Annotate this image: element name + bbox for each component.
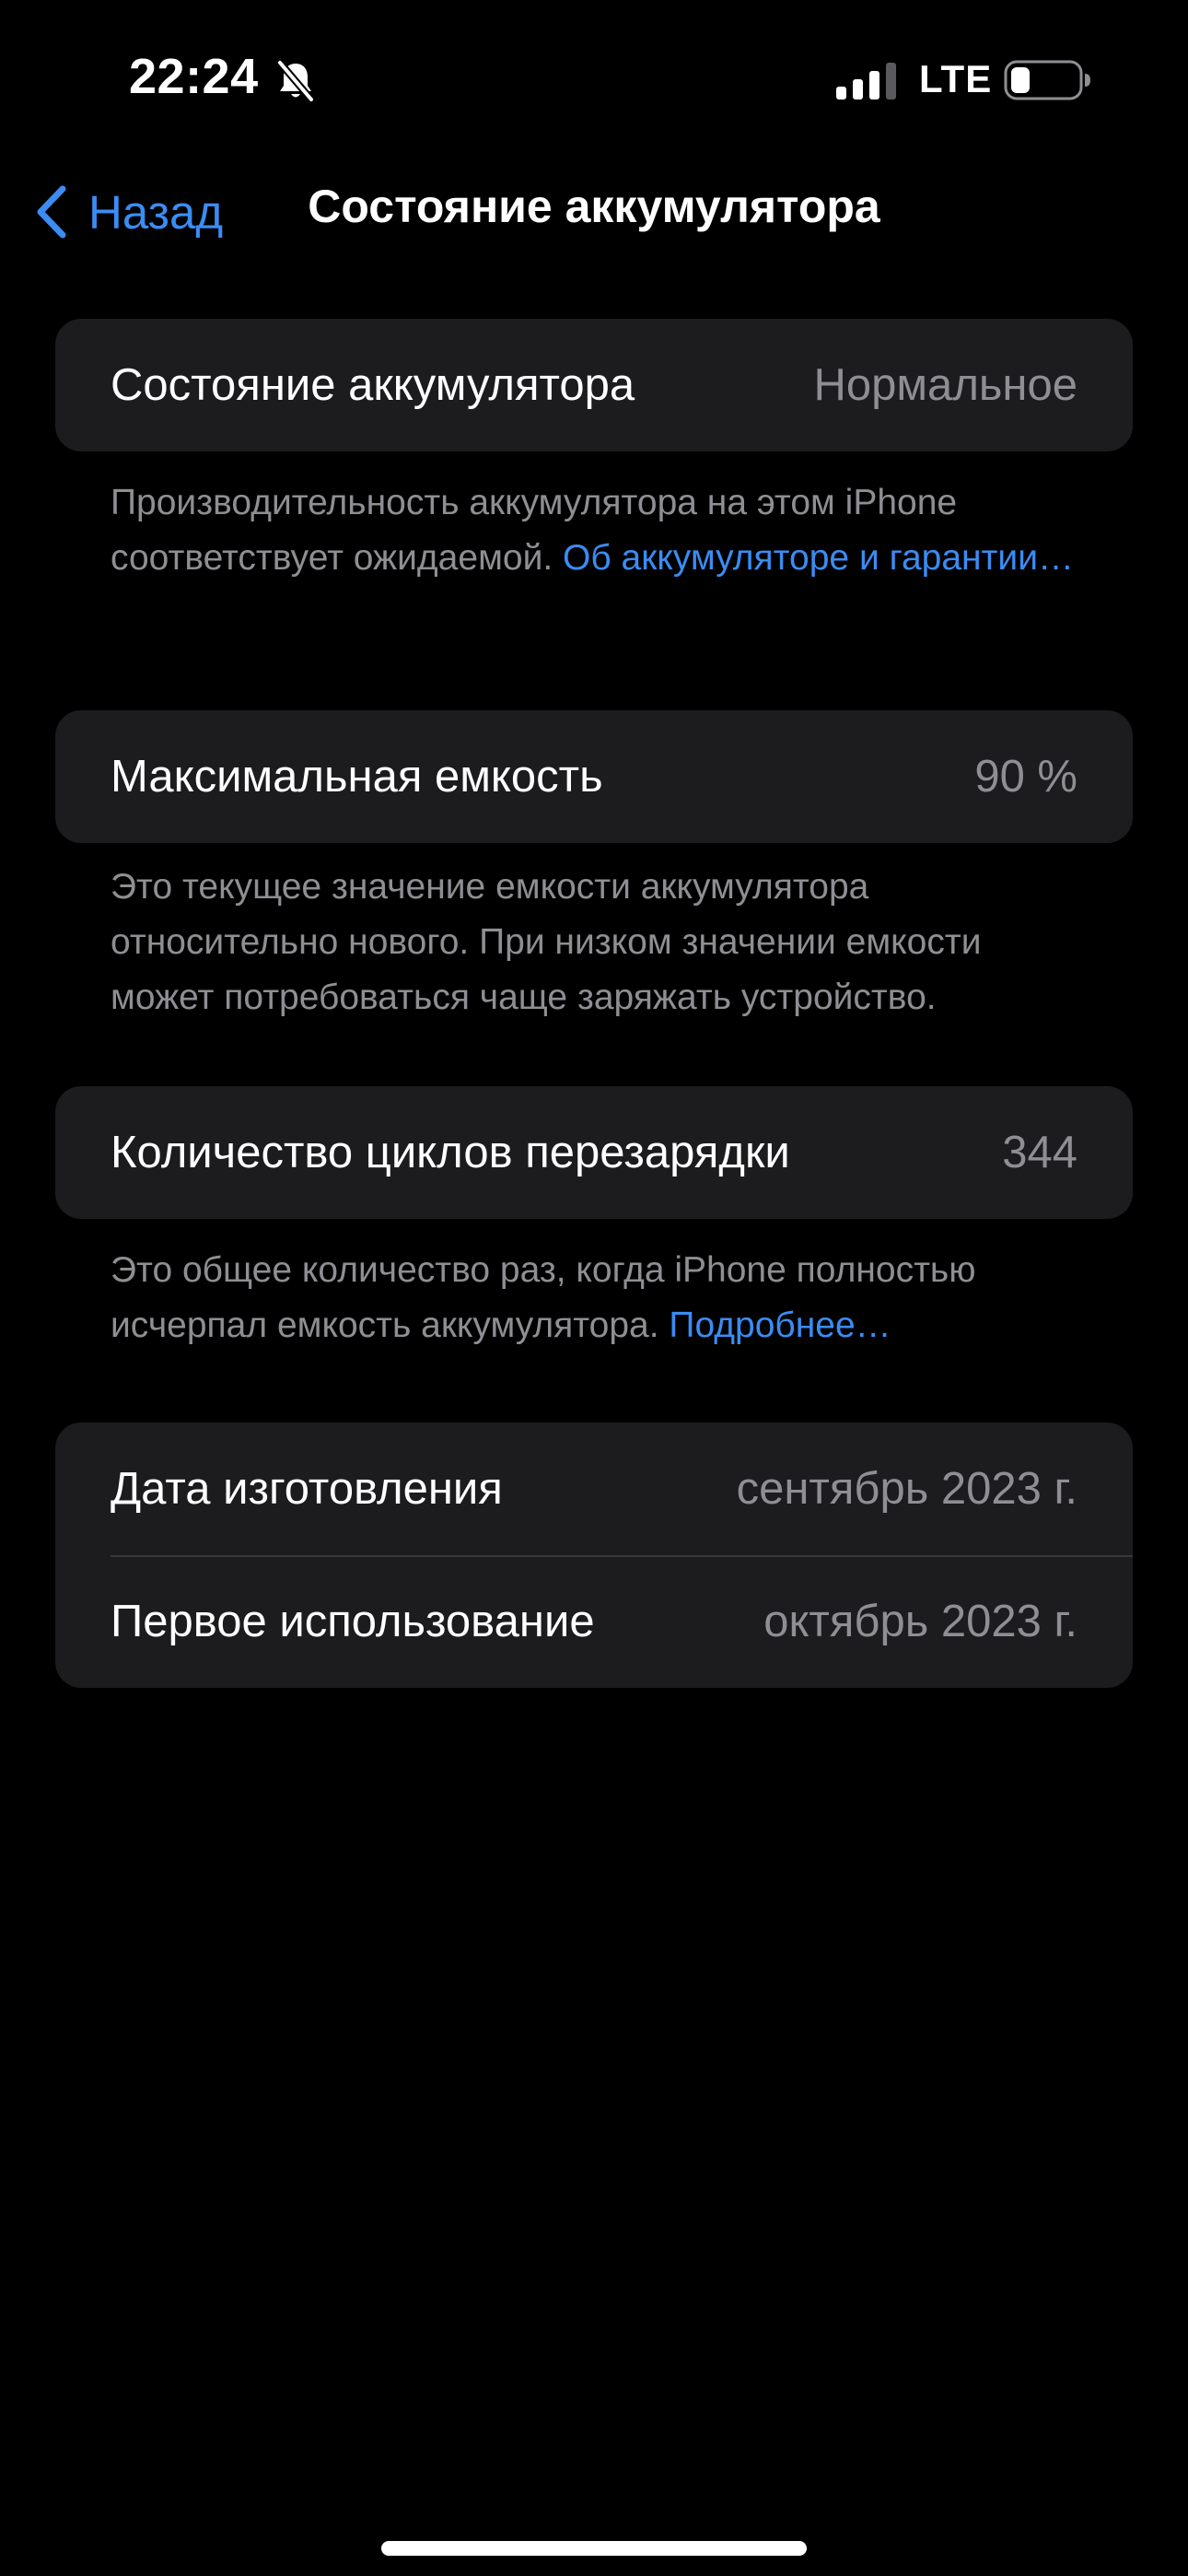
- max-capacity-group: Максимальная емкость 90 %: [55, 710, 1133, 843]
- first-use-row: Первое использование октябрь 2023 г.: [55, 1555, 1133, 1688]
- bell-slash-icon: [276, 60, 315, 102]
- max-capacity-row: Максимальная емкость 90 %: [55, 710, 1133, 843]
- max-capacity-label: Максимальная емкость: [111, 752, 603, 802]
- battery-warranty-link[interactable]: Об аккумуляторе и гарантии…: [563, 538, 1074, 578]
- manufacture-date-row: Дата изготовления сентябрь 2023 г.: [55, 1423, 1133, 1555]
- learn-more-link[interactable]: Подробнее…: [669, 1306, 891, 1345]
- battery-health-row: Состояние аккумулятора Нормальное: [55, 319, 1133, 451]
- manufacture-date-value: сентябрь 2023 г.: [736, 1464, 1077, 1514]
- battery-health-group: Состояние аккумулятора Нормальное: [55, 319, 1133, 451]
- battery-icon: [1004, 60, 1090, 100]
- max-capacity-footer: Это текущее значение емкости аккумулятор…: [111, 867, 982, 1017]
- battery-health-value: Нормальное: [813, 360, 1077, 410]
- first-use-label: Первое использование: [111, 1597, 595, 1646]
- cycle-count-row: Количество циклов перезарядки 344: [55, 1086, 1133, 1219]
- manufacture-date-label: Дата изготовления: [111, 1464, 503, 1514]
- dates-group: Дата изготовления сентябрь 2023 г. Перво…: [55, 1423, 1133, 1688]
- network-type: LTE: [919, 57, 993, 100]
- battery-health-footer: Производительность аккумулятора на этом …: [111, 475, 1087, 586]
- cycle-count-group: Количество циклов перезарядки 344: [55, 1086, 1133, 1219]
- battery-health-label: Состояние аккумулятора: [111, 360, 635, 410]
- status-bar: 22:24 LTE: [0, 0, 1188, 157]
- home-indicator[interactable]: [381, 2541, 807, 2556]
- cycle-count-value: 344: [1002, 1128, 1077, 1177]
- page-title: Состояние аккумулятора: [308, 181, 880, 232]
- status-time: 22:24: [129, 49, 259, 104]
- cycle-count-label: Количество циклов перезарядки: [111, 1128, 790, 1177]
- first-use-value: октябрь 2023 г.: [763, 1597, 1077, 1646]
- cellular-signal-icon: [836, 63, 896, 100]
- cycle-count-footer: Это общее количество раз, когда iPhone п…: [111, 1243, 1087, 1353]
- max-capacity-value: 90 %: [974, 752, 1077, 802]
